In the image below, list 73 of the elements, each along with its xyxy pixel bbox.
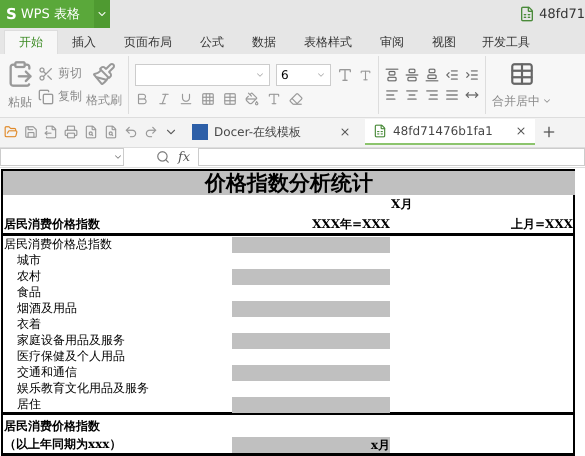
align-left-icon[interactable] bbox=[385, 88, 399, 102]
align-middle-icon[interactable] bbox=[405, 68, 419, 82]
document-tab[interactable]: Docer-在线模板 bbox=[184, 119, 359, 146]
merge-cells-icon[interactable] bbox=[509, 60, 535, 87]
ribbon-tab[interactable]: 开发工具 bbox=[470, 30, 542, 54]
row-label: 家庭设备用品及服务 bbox=[16, 332, 126, 349]
file-name: 48fd71 bbox=[539, 6, 585, 22]
row-label: 居住 bbox=[16, 396, 42, 413]
align-center-icon[interactable] bbox=[405, 88, 419, 102]
row-label: 娱乐教育文化用品及服务 bbox=[16, 380, 150, 397]
row-label: 交通和通信 bbox=[16, 364, 78, 381]
redo-icon[interactable] bbox=[144, 125, 158, 140]
undo-icon[interactable] bbox=[124, 125, 138, 140]
formula-field[interactable] bbox=[198, 148, 585, 166]
save-icon[interactable] bbox=[24, 125, 38, 140]
outdent-icon[interactable] bbox=[445, 68, 459, 82]
folder-icon[interactable] bbox=[4, 125, 18, 140]
paintbrush-icon[interactable] bbox=[92, 62, 116, 86]
month-label: X月 bbox=[390, 196, 414, 213]
ribbon-tab[interactable]: 开始 bbox=[4, 30, 58, 54]
spreadsheet-file-icon bbox=[519, 6, 536, 22]
ribbon-tab[interactable]: 数据 bbox=[238, 30, 290, 54]
row-label: 食品 bbox=[16, 284, 42, 301]
borders-icon[interactable] bbox=[201, 92, 215, 106]
ribbon-tab[interactable]: 审阅 bbox=[366, 30, 418, 54]
row-label: 农村 bbox=[16, 268, 42, 285]
export-icon[interactable] bbox=[44, 125, 58, 140]
row-label: 衣着 bbox=[16, 316, 42, 333]
app-menu-dropdown[interactable] bbox=[94, 0, 110, 28]
fill-color-icon[interactable] bbox=[245, 92, 259, 106]
row-label: 医疗保健及个人用品 bbox=[16, 348, 126, 365]
close-icon[interactable] bbox=[515, 125, 527, 138]
underline-icon[interactable] bbox=[179, 92, 193, 106]
section-label: 居民消费价格指数 bbox=[3, 418, 101, 435]
document-tab[interactable]: 48fd71476b1fa1 bbox=[365, 119, 535, 146]
row-label: 城市 bbox=[16, 252, 42, 269]
align-top-icon[interactable] bbox=[385, 68, 399, 82]
clear-format-icon[interactable] bbox=[289, 92, 303, 106]
function-button[interactable]: fx bbox=[178, 150, 190, 165]
print-icon[interactable] bbox=[64, 125, 78, 140]
spreadsheet-file-icon bbox=[373, 124, 387, 138]
row-label: 居民消费价格总指数 bbox=[3, 236, 113, 253]
app-title: WPS 表格 bbox=[20, 6, 80, 23]
find-icon[interactable] bbox=[104, 125, 118, 140]
bold-icon[interactable] bbox=[135, 92, 149, 106]
zoom-icon[interactable] bbox=[156, 150, 170, 164]
ribbon-tab[interactable]: 公式 bbox=[186, 30, 238, 54]
copy-icon[interactable] bbox=[38, 88, 54, 105]
sheet-title: 价格指数分析统计 bbox=[3, 171, 575, 195]
font-name-field[interactable] bbox=[135, 64, 270, 86]
month-cell: x月 bbox=[232, 437, 390, 453]
section-sublabel: （以上年同期为xxx） bbox=[3, 436, 122, 453]
row-label: 烟酒及用品 bbox=[16, 300, 78, 317]
preview-icon[interactable] bbox=[84, 125, 98, 140]
name-box[interactable] bbox=[0, 148, 124, 166]
ribbon-tab[interactable]: 插入 bbox=[58, 30, 110, 54]
base-year-label: XXX年=XXX bbox=[311, 216, 390, 233]
cell-style-icon[interactable] bbox=[223, 92, 237, 106]
indent-icon[interactable] bbox=[465, 68, 479, 82]
align-right-icon[interactable] bbox=[425, 88, 439, 102]
align-bottom-icon[interactable] bbox=[425, 68, 439, 82]
close-icon[interactable] bbox=[339, 126, 351, 138]
logo: S bbox=[6, 5, 17, 23]
font-size-field[interactable]: 6 bbox=[276, 64, 331, 86]
font-color-icon[interactable] bbox=[267, 92, 281, 106]
previous-month-label: 上月=XXX bbox=[510, 216, 573, 233]
header-label: 居民消费价格指数 bbox=[3, 216, 101, 233]
ribbon-tab[interactable]: 视图 bbox=[418, 30, 470, 54]
scissors-icon[interactable] bbox=[38, 66, 54, 82]
ribbon-tab[interactable]: 表格样式 bbox=[290, 30, 366, 54]
italic-icon[interactable] bbox=[157, 92, 171, 106]
justify-icon[interactable] bbox=[445, 88, 459, 102]
ribbon-tab[interactable]: 页面布局 bbox=[110, 30, 186, 54]
